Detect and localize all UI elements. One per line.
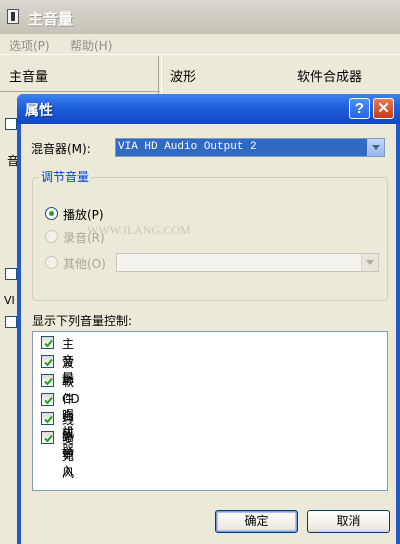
other-device-select: [116, 253, 379, 272]
column-underline: [0, 91, 160, 92]
column-sw-synth: 软件合成器: [297, 70, 363, 85]
bg-vi-fragment: VI: [4, 294, 15, 307]
bg-checkbox: [5, 316, 17, 328]
menu-options[interactable]: 选项(P): [9, 37, 50, 54]
mixer-label: 混音器(M):: [31, 142, 91, 156]
mixer-select[interactable]: VIA HD Audio Output 2: [115, 138, 385, 157]
radio-playback[interactable]: [45, 207, 58, 220]
bg-checkbox: [5, 268, 17, 280]
dialog-body: 混音器(M): VIA HD Audio Output 2 调节音量 播放(P)…: [21, 124, 396, 544]
checkbox-wave[interactable]: [41, 355, 54, 368]
bg-window-title: 主音量: [28, 10, 74, 28]
ok-button[interactable]: 确定: [215, 510, 298, 533]
column-master-volume: 主音量: [9, 70, 49, 85]
dialog-title-bar[interactable]: 属性 ? ✕: [17, 94, 400, 124]
chevron-down-icon[interactable]: [367, 139, 384, 156]
volume-controls-list[interactable]: 主音量 波形 软件合成器 CD 唱机 线路输入 麦克风: [32, 331, 388, 491]
checkbox-microphone[interactable]: [41, 431, 54, 444]
checkbox-cd-player[interactable]: [41, 393, 54, 406]
help-button[interactable]: ?: [349, 98, 370, 119]
column-wave: 波形: [170, 70, 197, 85]
radio-recording: [45, 230, 58, 243]
chevron-down-icon: [361, 254, 378, 271]
properties-dialog: 属性 ? ✕ 混音器(M): VIA HD Audio Output 2 调节音…: [17, 94, 400, 544]
bg-checkbox: [5, 118, 17, 130]
bg-menu-bar: 选项(P) 帮助(H): [0, 34, 400, 55]
column-divider: [158, 56, 162, 96]
bg-title-bar[interactable]: 主音量: [0, 0, 400, 34]
radio-other: [45, 256, 58, 269]
radio-other-label: 其他(O): [63, 257, 106, 271]
volume-app-icon: [7, 9, 19, 24]
dialog-title: 属性: [25, 103, 53, 119]
close-button[interactable]: ✕: [373, 98, 394, 119]
menu-help[interactable]: 帮助(H): [70, 37, 112, 54]
checkbox-master-volume[interactable]: [41, 336, 54, 349]
checkbox-line-in[interactable]: [41, 412, 54, 425]
bg-column-headers: 主音量 波形 软件合成器: [0, 56, 400, 92]
watermark: WWW.ILANG.COM: [87, 223, 191, 237]
cancel-button[interactable]: 取消: [307, 510, 390, 533]
controls-list-label: 显示下列音量控制:: [32, 314, 133, 328]
mixer-selected-value: VIA HD Audio Output 2: [116, 139, 367, 156]
checkbox-sw-synth[interactable]: [41, 374, 54, 387]
list-item-label: 麦克风: [62, 432, 75, 480]
adjust-volume-group-label: 调节音量: [39, 168, 92, 185]
radio-playback-label: 播放(P): [63, 208, 104, 222]
